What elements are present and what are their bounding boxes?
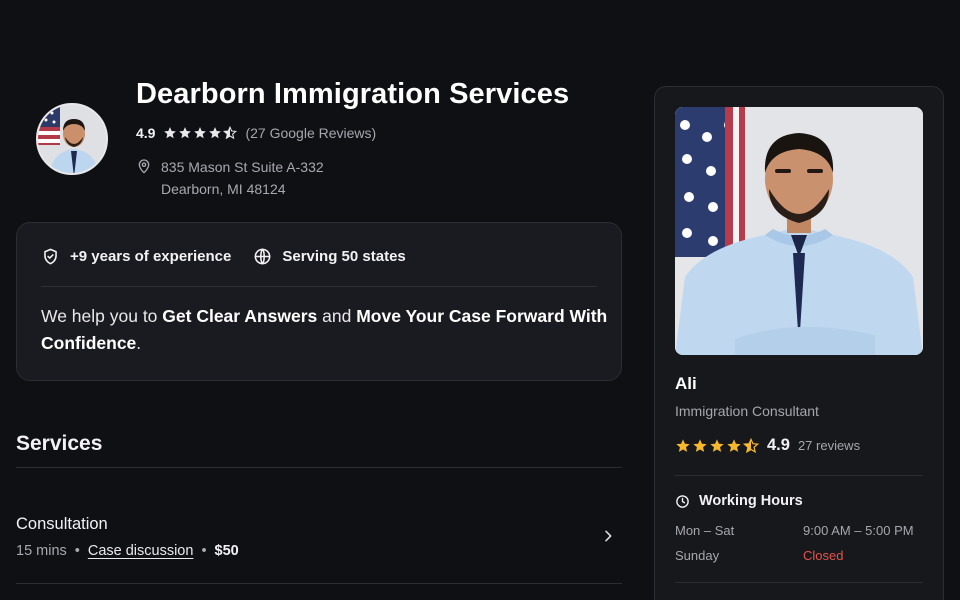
tagline-emphasis-1: Get Clear Answers — [162, 306, 318, 326]
profile-divider — [675, 582, 923, 583]
consultant-rating-score: 4.9 — [767, 436, 790, 454]
consultant-name: Ali — [675, 374, 697, 393]
address-line-2: Dearborn, MI 48124 — [161, 181, 286, 197]
globe-icon — [254, 248, 271, 265]
serving-badge: Serving 50 states — [253, 247, 406, 266]
business-star-rating — [163, 126, 238, 140]
service-type-link[interactable]: Case discussion — [88, 543, 194, 559]
address-line-1: 835 Mason St Suite A-332 — [161, 159, 324, 175]
highlights-badges: +9 years of experience Serving 50 states — [41, 247, 406, 266]
hours-days: Sunday — [675, 548, 720, 563]
highlights-card: +9 years of experience Serving 50 states… — [16, 222, 622, 381]
shield-check-icon — [44, 248, 57, 265]
consultant-photo — [675, 107, 923, 355]
business-name: Dearborn Immigration Services — [136, 78, 570, 110]
star-half-icon — [223, 126, 238, 140]
services-heading: Services — [16, 432, 103, 455]
tagline-text: We help you to — [41, 306, 163, 326]
location-pin-icon — [138, 159, 150, 174]
profile-divider — [675, 475, 923, 476]
hours-closed-status: Closed — [803, 548, 844, 563]
star-icon — [727, 438, 741, 452]
business-avatar — [36, 103, 108, 175]
consultant-profile-card: Ali Immigration Consultant 4.9 27 review… — [654, 86, 944, 600]
hours-time: 9:00 AM – 5:00 PM — [803, 523, 914, 538]
consultant-role: Immigration Consultant — [675, 403, 819, 419]
consultant-review-count[interactable]: 27 reviews — [798, 438, 860, 453]
consultant-star-rating — [675, 437, 759, 454]
service-divider — [16, 583, 622, 584]
hours-row-sunday: Sunday Closed — [675, 548, 923, 563]
service-price: $50 — [214, 543, 239, 559]
star-icon — [179, 127, 192, 139]
business-rating-score: 4.9 — [136, 125, 156, 141]
service-duration: 15 mins — [16, 543, 67, 559]
hours-row-weekdays: Mon – Sat 9:00 AM – 5:00 PM — [675, 523, 923, 538]
working-hours-heading: Working Hours — [675, 493, 803, 509]
google-reviews-link[interactable]: (27 Google Reviews) — [245, 125, 376, 141]
service-item-consultation[interactable]: Consultation 15 mins • Case discussion •… — [16, 500, 622, 570]
tagline-text: and — [317, 306, 357, 326]
star-icon — [164, 127, 177, 139]
chevron-right-icon[interactable] — [600, 528, 616, 544]
consultant-rating: 4.9 27 reviews — [675, 436, 860, 455]
card-divider — [41, 286, 597, 287]
business-address: 835 Mason St Suite A-332 Dearborn, MI 48… — [136, 156, 324, 200]
service-name: Consultation — [16, 515, 108, 533]
star-icon — [693, 438, 707, 452]
business-rating-row: 4.9 (27 Google Reviews) — [136, 123, 376, 143]
clock-icon — [676, 494, 689, 508]
service-meta: 15 mins • Case discussion • $50 — [16, 543, 239, 559]
separator-dot: • — [74, 543, 80, 559]
star-icon — [676, 438, 690, 452]
star-icon — [194, 127, 207, 139]
experience-badge: +9 years of experience — [41, 247, 231, 266]
working-hours-title: Working Hours — [699, 493, 803, 509]
tagline: We help you to Get Clear Answers and Mov… — [41, 303, 611, 357]
tagline-text: . — [136, 333, 142, 353]
star-icon — [710, 438, 724, 452]
serving-label: Serving 50 states — [282, 248, 406, 265]
star-icon — [209, 127, 222, 139]
services-divider — [16, 467, 622, 468]
separator-dot: • — [201, 543, 207, 559]
star-half-icon — [743, 437, 759, 453]
experience-label: +9 years of experience — [70, 248, 232, 265]
hours-days: Mon – Sat — [675, 523, 735, 538]
